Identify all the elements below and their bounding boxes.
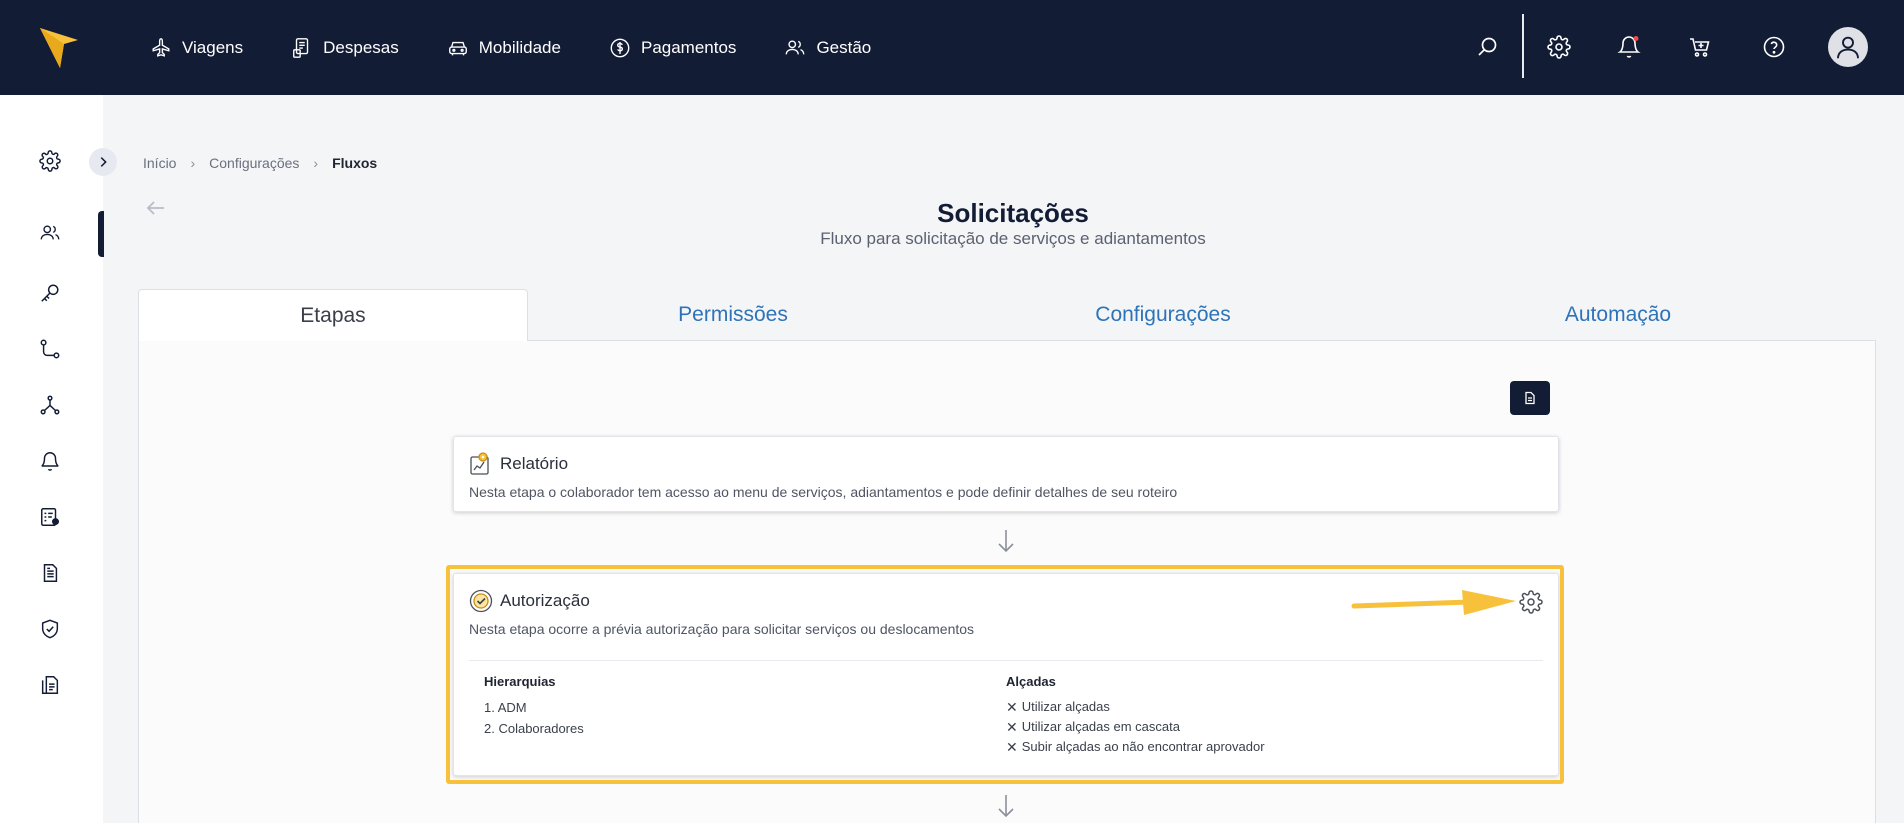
nav-gestao[interactable]: Gestão bbox=[784, 37, 871, 59]
notifications-button[interactable] bbox=[1615, 33, 1643, 61]
cart-icon bbox=[1690, 38, 1710, 57]
shield-icon bbox=[41, 619, 59, 639]
logo-icon[interactable] bbox=[38, 22, 80, 70]
sidebar-item-keys[interactable] bbox=[38, 281, 62, 305]
gear-icon bbox=[1547, 35, 1571, 59]
gear-icon bbox=[39, 150, 61, 172]
tab-permissoes[interactable]: Permissões bbox=[528, 289, 938, 341]
settings-button[interactable] bbox=[1545, 33, 1573, 61]
sidebar-item-flows[interactable] bbox=[38, 337, 62, 361]
tab-configuracoes[interactable]: Configurações bbox=[938, 289, 1388, 341]
hierarchies-list: Hierarquias 1. ADM 2. Colaboradores bbox=[484, 674, 584, 739]
help-icon bbox=[1763, 36, 1785, 58]
tab-bar: Etapas Permissões Configurações Automaçã… bbox=[138, 289, 1876, 342]
document-icon bbox=[43, 564, 58, 582]
sidebar-item-form-settings[interactable] bbox=[38, 505, 62, 529]
help-button[interactable] bbox=[1760, 33, 1788, 61]
hierarchy-item: 2. Colaboradores bbox=[484, 721, 584, 736]
divider bbox=[469, 660, 1543, 661]
alcadas-list: Alçadas ✕ Utilizar alçadas ✕ Utilizar alça… bbox=[1006, 674, 1265, 757]
arrow-down-icon bbox=[998, 530, 1014, 553]
sidebar-item-notifications[interactable] bbox=[38, 449, 62, 473]
breadcrumb-fluxos: Fluxos bbox=[332, 155, 378, 171]
sidebar-item-settings[interactable] bbox=[38, 149, 62, 173]
avatar[interactable] bbox=[1828, 27, 1868, 67]
main-nav: Viagens Despesas Mobilidade Pagamentos G… bbox=[150, 0, 919, 95]
approval-badge-icon bbox=[469, 589, 493, 613]
step-card-autorizacao: Autorização Nesta etapa ocorre a prévia … bbox=[453, 573, 1559, 776]
receipt-icon bbox=[293, 37, 309, 58]
flow-icon bbox=[40, 339, 60, 359]
page-title: Solicitações bbox=[937, 198, 1089, 228]
sidebar-item-documents[interactable] bbox=[38, 561, 62, 585]
arrow-down-icon bbox=[998, 795, 1014, 818]
sidebar-item-security[interactable] bbox=[38, 617, 62, 641]
step-settings-gear-icon[interactable] bbox=[1519, 590, 1543, 614]
nav-viagens[interactable]: Viagens bbox=[150, 37, 243, 59]
breadcrumb-inicio[interactable]: Início bbox=[143, 155, 176, 171]
x-icon: ✕ bbox=[1006, 739, 1018, 755]
top-navbar: Viagens Despesas Mobilidade Pagamentos G… bbox=[0, 0, 1904, 95]
x-icon: ✕ bbox=[1006, 719, 1018, 735]
breadcrumb: Início › Configurações › Fluxos bbox=[143, 155, 377, 171]
step-title: Autorização bbox=[500, 591, 590, 610]
alcada-item: ✕ Utilizar alçadas bbox=[1006, 699, 1110, 715]
report-icon bbox=[41, 676, 59, 694]
bell-icon bbox=[41, 452, 59, 471]
key-icon bbox=[41, 284, 59, 302]
tab-etapas[interactable]: Etapas bbox=[138, 289, 528, 342]
search-icon bbox=[1478, 37, 1497, 56]
step-title: Relatório bbox=[500, 454, 569, 473]
search-button[interactable] bbox=[1474, 33, 1502, 61]
form-settings-icon bbox=[41, 508, 59, 526]
file-icon bbox=[1525, 391, 1535, 405]
breadcrumb-configuracoes[interactable]: Configurações bbox=[209, 155, 299, 171]
chevron-right-icon bbox=[100, 157, 107, 167]
cart-button[interactable] bbox=[1686, 33, 1714, 61]
breadcrumb-separator-icon: › bbox=[313, 155, 319, 171]
sidebar-item-reports[interactable] bbox=[38, 673, 62, 697]
step-description: Nesta etapa o colaborador tem acesso ao … bbox=[469, 484, 1178, 500]
sidebar-item-hierarchy[interactable] bbox=[38, 393, 62, 417]
nav-pagamentos[interactable]: Pagamentos bbox=[609, 37, 736, 59]
car-icon bbox=[448, 41, 467, 55]
tab-automacao[interactable]: Automação bbox=[1388, 289, 1848, 341]
hierarchies-heading: Hierarquias bbox=[484, 674, 556, 689]
hierarchy-item: 1. ADM bbox=[484, 700, 527, 715]
network-icon bbox=[40, 395, 60, 415]
alcada-item: ✕ Utilizar alçadas em cascata bbox=[1006, 719, 1180, 735]
alcada-item: ✕ Subir alçadas ao não encontrar aprovado… bbox=[1006, 739, 1265, 755]
x-icon: ✕ bbox=[1006, 699, 1018, 715]
dollar-icon bbox=[610, 38, 630, 57]
nav-despesas[interactable]: Despesas bbox=[291, 37, 399, 59]
bell-icon bbox=[1617, 36, 1641, 58]
sidebar-expand-toggle[interactable] bbox=[89, 148, 117, 176]
nav-mobilidade[interactable]: Mobilidade bbox=[447, 37, 561, 59]
breadcrumb-separator-icon: › bbox=[190, 155, 196, 171]
page-subtitle: Fluxo para solicitação de serviços e adi… bbox=[820, 229, 1206, 248]
users-icon bbox=[786, 39, 805, 54]
alcadas-heading: Alçadas bbox=[1006, 674, 1056, 689]
step-description: Nesta etapa ocorre a prévia autorização … bbox=[469, 621, 975, 637]
toolbar-divider bbox=[1522, 14, 1524, 78]
user-icon bbox=[1837, 36, 1859, 59]
report-pin-icon bbox=[470, 452, 489, 475]
report-button[interactable] bbox=[1510, 381, 1550, 415]
step-card-relatorio: Relatório Nesta etapa o colaborador tem … bbox=[453, 436, 1559, 512]
plane-icon bbox=[152, 37, 170, 57]
